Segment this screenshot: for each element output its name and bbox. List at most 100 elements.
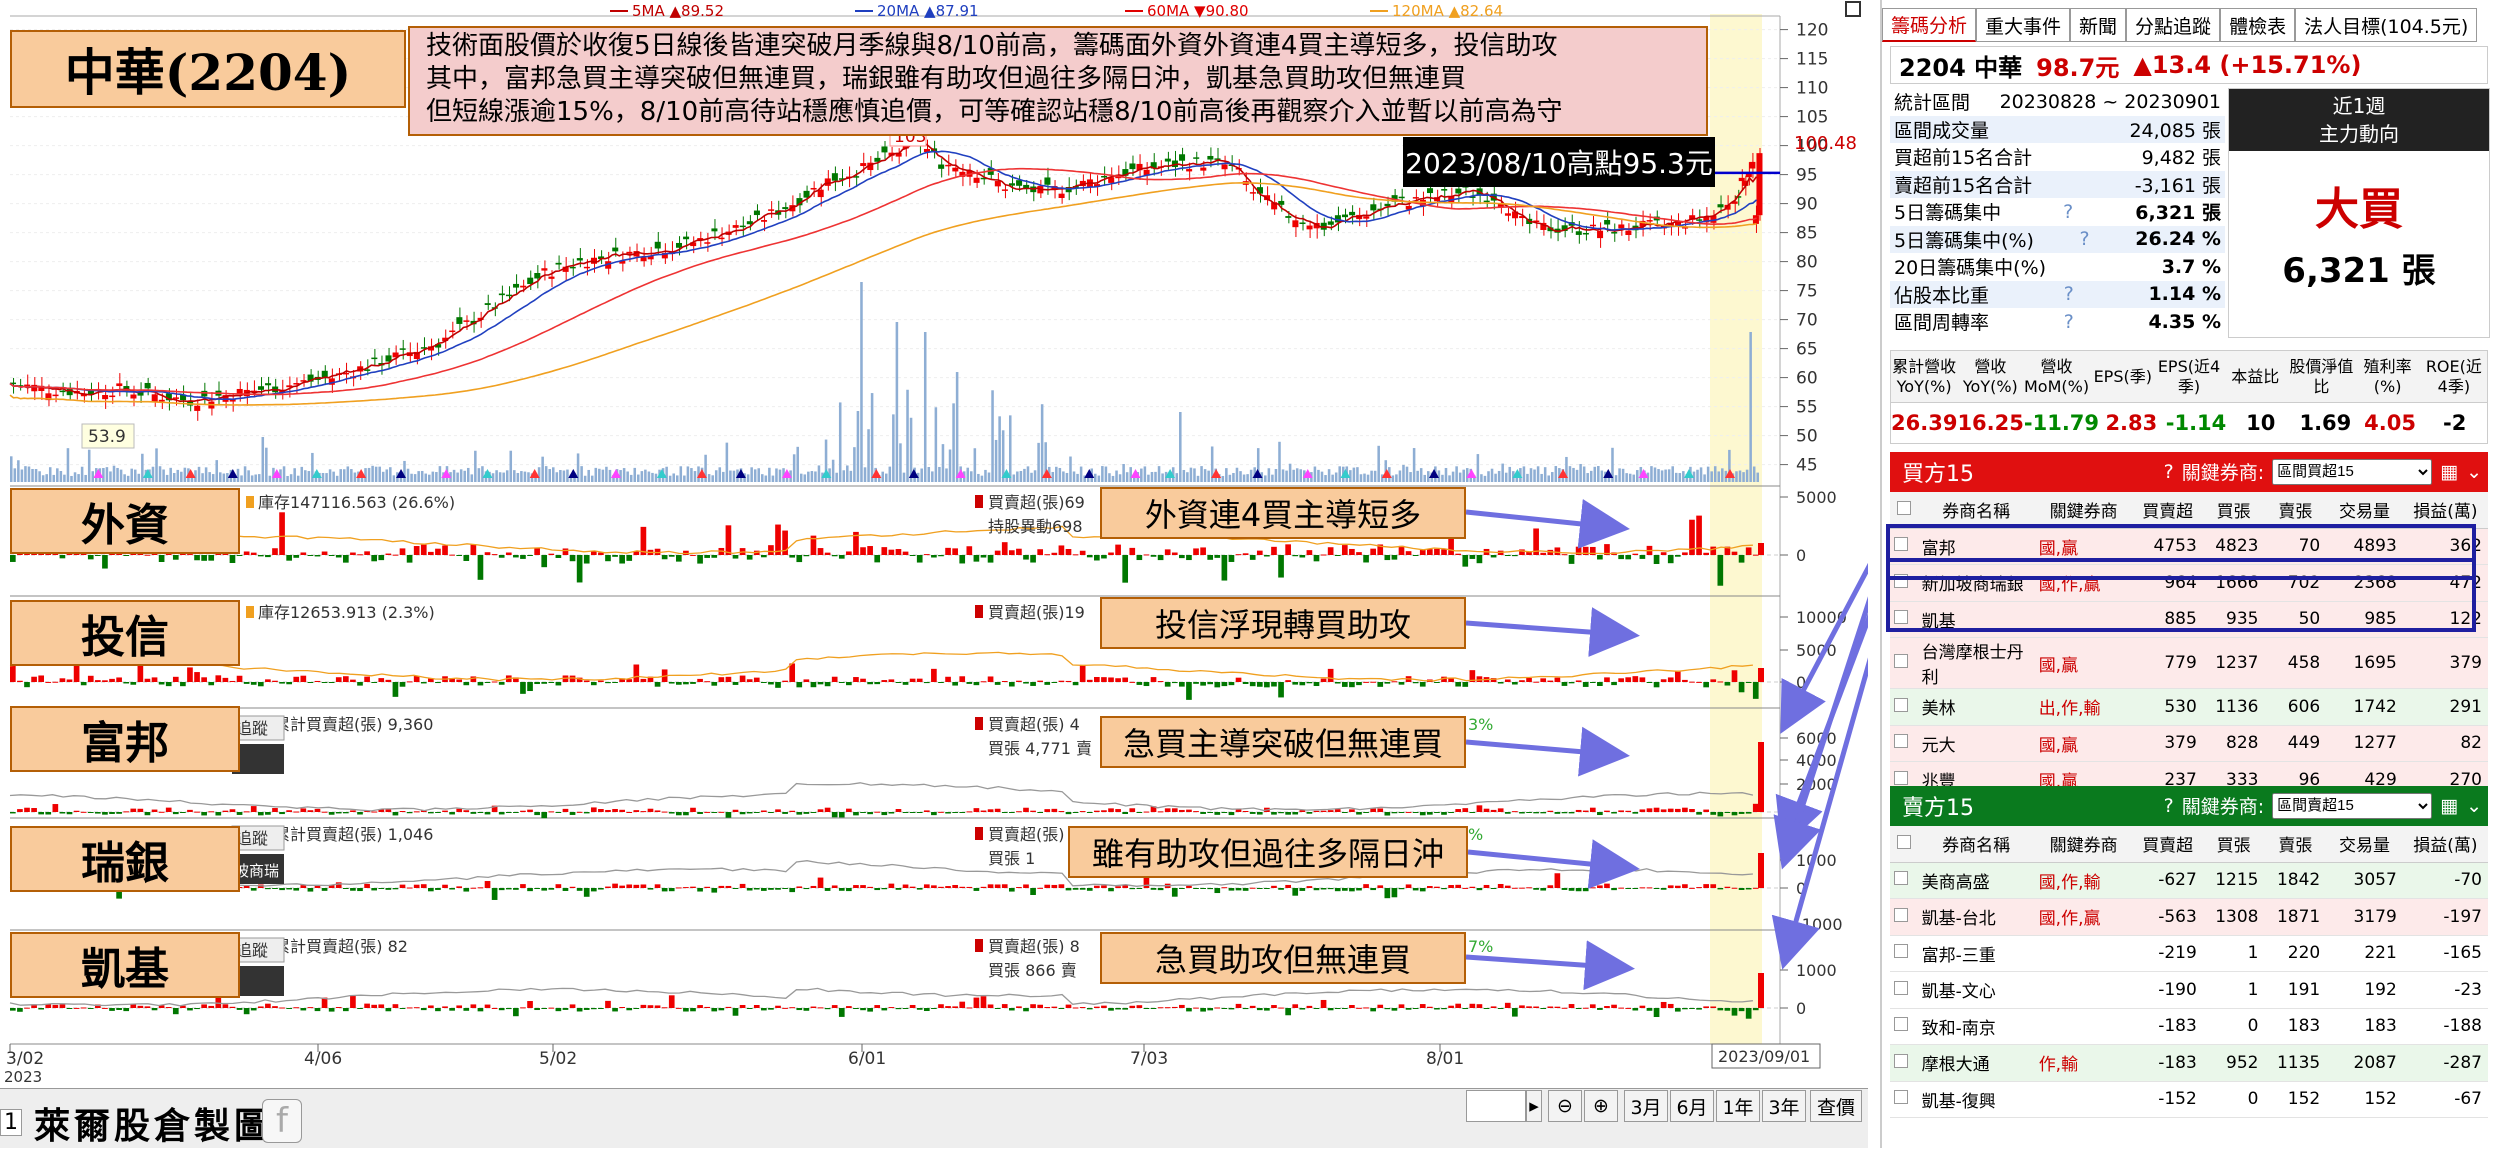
tab-news[interactable]: 新聞 <box>2070 8 2127 42</box>
flow-bar <box>243 682 250 684</box>
flow-bar <box>1193 548 1199 555</box>
table-header[interactable]: 買張 <box>2202 826 2265 863</box>
help-icon[interactable]: ? <box>2064 283 2074 305</box>
flow-bar <box>1306 886 1313 888</box>
table-row[interactable]: 元大 國,贏 379 828 449 1277 82 <box>1890 725 2488 762</box>
checkbox[interactable] <box>1893 770 1908 785</box>
chevron-down-icon[interactable]: ⌄ <box>2466 795 2482 817</box>
period-input[interactable] <box>1466 1090 1526 1122</box>
flow-bar <box>250 552 257 555</box>
buy-range-select[interactable]: 區間買超15 <box>2272 458 2433 485</box>
help-icon[interactable]: ? <box>2164 461 2174 483</box>
flow-bar <box>994 884 1001 888</box>
flow-bar <box>371 888 378 891</box>
flow-bar <box>980 681 987 683</box>
flow-bar <box>1129 888 1136 890</box>
table-header[interactable]: 買賣超 <box>2132 826 2203 863</box>
table-header[interactable]: 券商名稱 <box>1917 492 2035 529</box>
help-icon[interactable]: ? <box>2063 201 2073 223</box>
checkbox[interactable] <box>1896 834 1911 849</box>
flow-bar <box>10 665 16 682</box>
table-row[interactable]: 摩根大通 作,輸 -183 952 1135 2087 -287 <box>1890 1044 2488 1082</box>
table-header[interactable]: 交易量 <box>2326 492 2403 529</box>
table-row[interactable]: 凱基-台北 國,作,贏 -563 1308 1871 3179 -197 <box>1890 898 2488 936</box>
table-header[interactable]: 交易量 <box>2326 826 2403 863</box>
table-row[interactable]: 致和-南京 -183 0 183 183 -188 <box>1890 1008 2488 1045</box>
tab-health-check[interactable]: 體檢表 <box>2220 8 2296 42</box>
quote-button[interactable]: 查價 <box>1810 1090 1862 1122</box>
table-header[interactable]: 賣張 <box>2264 826 2327 863</box>
volume-bar <box>870 393 874 482</box>
flow-bar <box>87 555 94 560</box>
flow-bar <box>1200 888 1206 889</box>
checkbox[interactable] <box>1893 1090 1908 1105</box>
flow-bar <box>654 810 661 812</box>
tab-branch-tracking[interactable]: 分點追蹤 <box>2126 8 2221 42</box>
table-row[interactable]: 美林 出,作,輸 530 1136 606 1742 291 <box>1890 688 2488 726</box>
sell-range-select[interactable]: 區間賣超15 <box>2272 792 2433 819</box>
chevron-down-icon[interactable]: ⌄ <box>2466 461 2482 483</box>
checkbox[interactable] <box>1893 871 1908 886</box>
range-3m-button[interactable]: 3月 <box>1624 1090 1668 1122</box>
table-header[interactable]: 關鍵券商 <box>2034 826 2133 863</box>
table-header[interactable] <box>1890 826 1918 863</box>
play-icon[interactable]: ▸ <box>1526 1090 1542 1122</box>
table-header[interactable]: 關鍵券商 <box>2034 492 2133 529</box>
flow-bar <box>994 1008 1001 1009</box>
table-header[interactable]: 買張 <box>2202 492 2265 529</box>
checkbox[interactable] <box>1893 1017 1908 1032</box>
table-row[interactable]: 凱基-復興 -152 0 152 152 -67 <box>1890 1081 2488 1118</box>
table-row[interactable]: 凱基-文心 -190 1 191 192 -23 <box>1890 971 2488 1009</box>
checkbox[interactable] <box>1893 734 1908 749</box>
range-3y-button[interactable]: 3年 <box>1762 1090 1806 1122</box>
table-header[interactable]: 券商名稱 <box>1917 826 2035 863</box>
flow-bar <box>590 1008 597 1010</box>
main-force-period[interactable]: 近1週 <box>2229 92 2489 120</box>
checkbox[interactable] <box>1893 907 1908 922</box>
tab-chip-analysis[interactable]: 籌碼分析 <box>1882 8 1977 42</box>
help-icon[interactable]: ? <box>2064 311 2074 333</box>
flow-bar <box>1292 888 1299 896</box>
event-marker-icon <box>568 469 579 478</box>
help-icon[interactable]: ? <box>2164 795 2174 817</box>
page-number[interactable]: 1 <box>0 1109 22 1136</box>
table-row[interactable]: 台灣摩根士丹利 國,贏 779 1237 458 1695 379 <box>1890 637 2488 689</box>
candle <box>1398 196 1405 199</box>
table-header[interactable]: 損益(萬) <box>2402 492 2488 529</box>
flow-bar <box>1079 664 1086 682</box>
table-header[interactable] <box>1890 492 1918 529</box>
table-header[interactable]: 賣張 <box>2264 492 2327 529</box>
facebook-icon[interactable]: f <box>262 1099 302 1143</box>
table-row[interactable]: 富邦-三重 -219 1 220 221 -165 <box>1890 935 2488 972</box>
flow-bar <box>640 1004 647 1008</box>
tab-target-price[interactable]: 法人目標(104.5元) <box>2295 8 2478 42</box>
checkbox[interactable] <box>1893 697 1908 712</box>
checkbox[interactable] <box>1893 1053 1908 1068</box>
flow-bar <box>1179 682 1185 687</box>
flow-bar <box>1377 682 1384 687</box>
table-header[interactable]: 買賣超 <box>2132 492 2203 529</box>
flow-bar <box>59 1004 66 1008</box>
checkbox[interactable] <box>1896 500 1911 515</box>
checkbox[interactable] <box>1893 944 1908 959</box>
range-6m-button[interactable]: 6月 <box>1670 1090 1714 1122</box>
zoom-in-icon[interactable]: ⊕ <box>1584 1090 1618 1122</box>
candle <box>1221 164 1228 170</box>
flow-bar <box>1526 1006 1532 1008</box>
volume-bar <box>1667 469 1671 482</box>
help-icon[interactable]: ? <box>2080 228 2090 250</box>
volume-bar <box>750 467 753 482</box>
volume-bar <box>1565 456 1568 482</box>
table-header[interactable]: 損益(萬) <box>2402 826 2488 863</box>
table-row[interactable]: 美商高盛 國,作,輸 -627 1215 1842 3057 -70 <box>1890 862 2488 899</box>
flow-bar <box>888 812 895 814</box>
checkbox[interactable] <box>1893 654 1908 668</box>
range-1y-button[interactable]: 1年 <box>1716 1090 1760 1122</box>
checkbox[interactable] <box>1893 980 1908 995</box>
flow-bar <box>1519 887 1525 889</box>
flow-bar <box>1235 888 1242 891</box>
zoom-out-icon[interactable]: ⊖ <box>1548 1090 1582 1122</box>
tab-major-events[interactable]: 重大事件 <box>1976 8 2071 42</box>
grid-icon[interactable]: ▦ <box>2440 795 2458 817</box>
grid-icon[interactable]: ▦ <box>2440 461 2458 483</box>
